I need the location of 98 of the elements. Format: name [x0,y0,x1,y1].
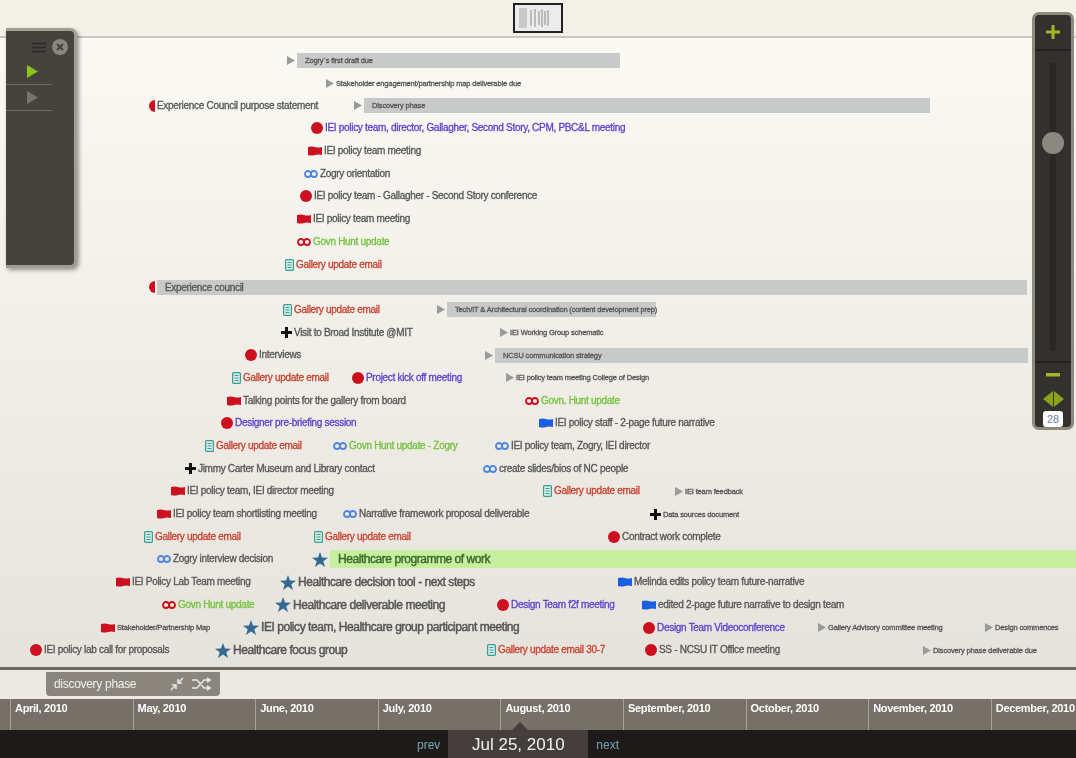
document-icon [205,440,214,453]
event-label[interactable]: Gallery update email [325,530,411,543]
event-label[interactable]: Interviews [259,349,301,362]
event-label[interactable]: Design Team f2f meeting [511,598,615,611]
event-label[interactable]: IEI policy team, Healthcare group participant meeting [261,620,520,635]
event-label[interactable]: create slides/bios of NC people [499,462,629,475]
event-label[interactable]: IEI policy team, director, Gallagher, Second Story, CPM, PBC&L meeting [325,122,626,135]
document-icon [543,485,552,498]
phase-bar[interactable]: Experience council [157,279,1027,295]
event-label[interactable]: SS - NCSU IT Office meeting [659,644,781,657]
event-label[interactable]: Narrative framework proposal deliverable [359,508,530,521]
event-label[interactable]: Healthcare deliverable meeting [293,597,445,613]
play-icon [27,65,38,78]
event-label[interactable]: IEI policy team meeting [313,213,411,226]
dot-icon [643,621,655,634]
zoom-value: 28 [1042,411,1064,427]
highlight-bar[interactable]: Healthcare programme of work [330,550,1076,569]
event-label[interactable]: Gallery update email [155,530,241,543]
event-label[interactable]: Experience council [165,281,244,293]
event-label[interactable]: Gallery update email 30-7 [498,644,605,657]
triangle-icon [506,373,514,383]
star-icon [215,642,231,658]
right-arrow-icon [1053,391,1064,407]
left-arrow-icon [1042,391,1053,407]
event-label[interactable]: IEI policy team meeting [324,145,422,158]
triangle-icon [485,350,493,360]
triangle-icon [326,78,334,88]
collapse-icon[interactable] [170,677,184,691]
next-link[interactable]: next [588,738,627,752]
plus-icon [185,463,196,475]
event-label[interactable]: Talking points for the gallery from board [243,394,406,407]
event-label[interactable]: IEI policy staff - 2-page future narrative [555,417,715,430]
dot-icon [497,598,509,611]
star-icon [275,597,291,613]
event-label[interactable]: edited 2-page future narrative to design team [658,598,845,611]
event-label[interactable]: Healthcare programme of work [338,552,491,567]
event-label[interactable]: Zogry orientation [320,167,390,180]
document-icon [232,371,241,384]
document-icon [144,530,153,543]
event-label[interactable]: Jimmy Carter Museum and Library contact [198,462,375,475]
event-label[interactable]: Contract work complete [622,530,721,543]
event-label[interactable]: Visit to Broad Institute @MIT [294,326,413,339]
close-icon[interactable] [52,39,68,55]
event-label[interactable]: IEI Policy Lab Team meeting [132,576,251,589]
dot-icon [30,644,42,657]
dot-icon [645,644,657,657]
event-label[interactable]: Project kick off meeting [366,371,462,384]
document-icon [487,644,496,657]
event-label[interactable]: Experience Council purpose statement [157,99,318,112]
event-label[interactable]: IEI policy team - Gallagher - Second Story conference [314,190,538,203]
star-icon [280,574,296,590]
right-arrow-button[interactable] [1053,391,1064,407]
event-label[interactable]: Zogry interview decision [173,553,274,566]
event-label[interactable]: Design Team Videoconference [657,621,785,634]
dot-icon [300,190,312,203]
prev-link[interactable]: prev [409,738,449,752]
overview-minimap[interactable] [513,3,563,33]
event-label[interactable]: IEI policy team, Zogry, IEI director [511,440,651,453]
triangle-icon [500,328,508,338]
event-label[interactable]: Gallery update email [294,303,380,316]
dot-icon [352,371,364,384]
event-label[interactable]: Gallery update email [554,485,640,498]
triangle-icon [287,55,295,65]
play-icon [27,91,38,104]
left-arrow-button[interactable] [1042,391,1053,407]
plus-icon [1046,24,1060,39]
slider-thumb[interactable] [1042,132,1064,155]
triangle-icon [675,486,683,496]
event-label[interactable]: Healthcare focus group [233,643,348,658]
triangle-icon [985,623,993,633]
event-label[interactable]: Gallery update email [216,440,302,453]
dot-icon [221,417,233,430]
event-label[interactable]: Gallery update email [296,258,382,271]
minus-icon [1046,373,1060,378]
dot-icon [245,349,257,362]
event-label[interactable]: IEI policy team shortlisting meeting [173,508,317,521]
event-label[interactable]: IEI policy lab call for proposals [44,644,170,657]
event-label[interactable]: Designer pre-briefing session [235,417,357,430]
star-icon [243,620,259,636]
event-label[interactable]: Healthcare decision tool - next steps [298,574,475,590]
dot-icon [311,122,323,135]
triangle-icon [354,101,362,111]
event-label[interactable]: Melinda edits policy team future-narrative [634,576,805,589]
band-label: discovery phase [54,677,138,691]
event-label[interactable]: Gallery update email [243,371,329,384]
document-icon [285,258,294,271]
shuffle-icon[interactable] [192,677,212,691]
document-icon [283,303,292,316]
star-icon [312,551,328,567]
plus-icon [281,327,292,339]
event-label[interactable]: IEI policy team, IEI director meeting [187,485,334,498]
triangle-icon [437,305,445,315]
pointer-icon [512,722,529,730]
plus-icon [650,508,661,520]
document-icon [314,530,323,543]
triangle-icon [818,623,826,633]
dot-icon [608,530,620,543]
triangle-icon [923,645,931,655]
